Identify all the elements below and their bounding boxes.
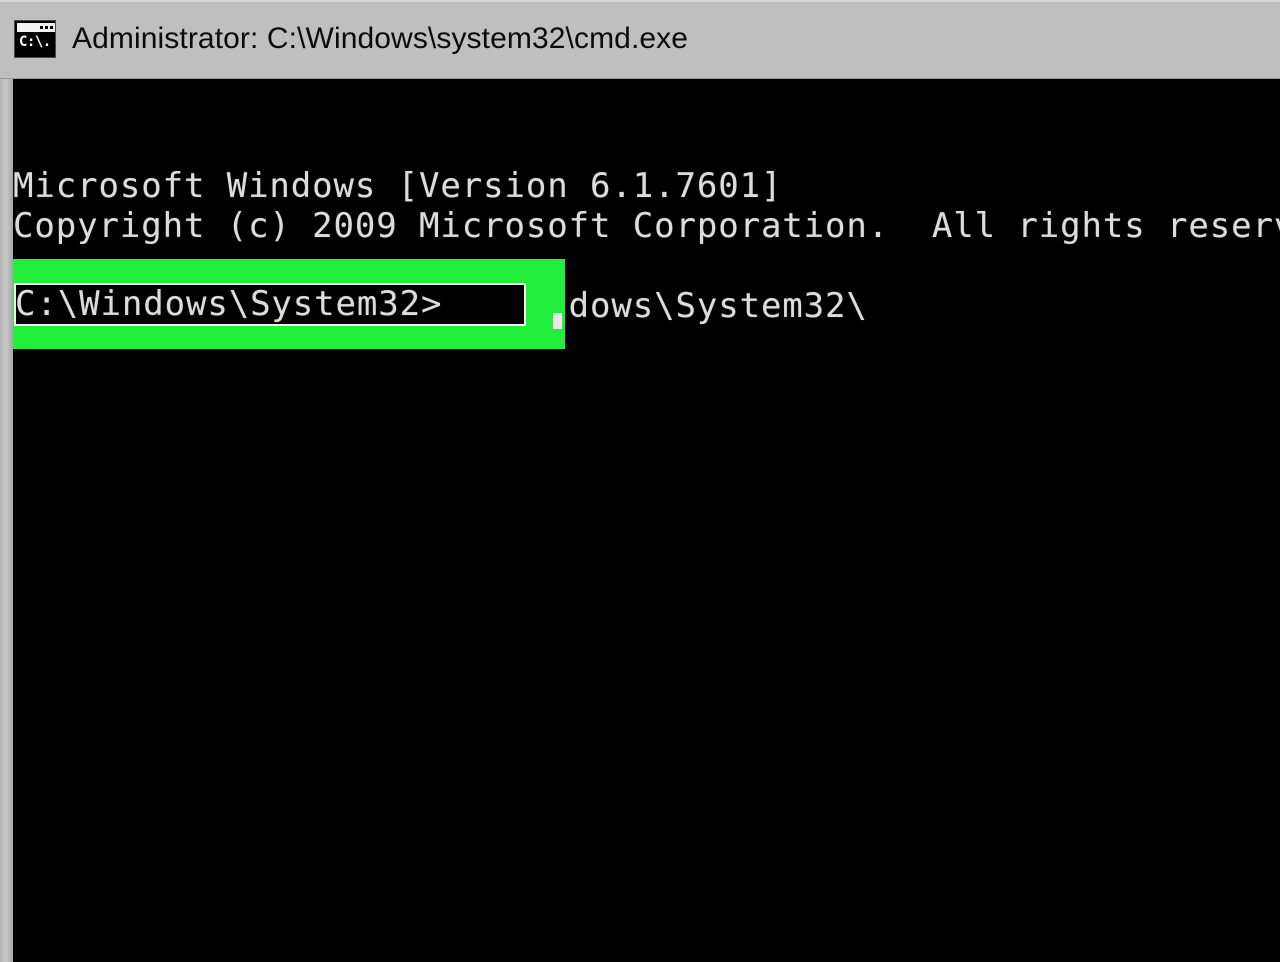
cmd-exe-icon[interactable]: C:\. [14, 20, 56, 58]
console-line-version: Microsoft Windows [Version 6.1.7601] [13, 166, 783, 206]
console-window: Microsoft Windows [Version 6.1.7601] Cop… [0, 79, 1280, 962]
screenshot-root: C:\. Administrator: C:\Windows\system32\… [0, 0, 1280, 962]
console-line-copyright: Copyright (c) 2009 Microsoft Corporation… [13, 206, 1280, 246]
cmd-icon-dot [45, 26, 48, 29]
console-left-border [0, 79, 13, 962]
console-screen[interactable]: Microsoft Windows [Version 6.1.7601] Cop… [13, 79, 1280, 962]
cmd-icon-prompt-glyph: C:\. [19, 34, 51, 50]
cmd-icon-dot [40, 26, 43, 29]
console-line-prompt: C:\Windows\System32> [15, 284, 443, 324]
window-title-text: Administrator: C:\Windows\system32\cmd.e… [72, 22, 689, 55]
console-cursor [553, 313, 562, 329]
window-title-bar[interactable]: C:\. Administrator: C:\Windows\system32\… [0, 0, 1280, 79]
cmd-icon-titlebar [17, 23, 55, 32]
prompt-selection-box[interactable]: C:\Windows\System32> [14, 283, 526, 326]
cmd-icon-dot [50, 26, 53, 29]
